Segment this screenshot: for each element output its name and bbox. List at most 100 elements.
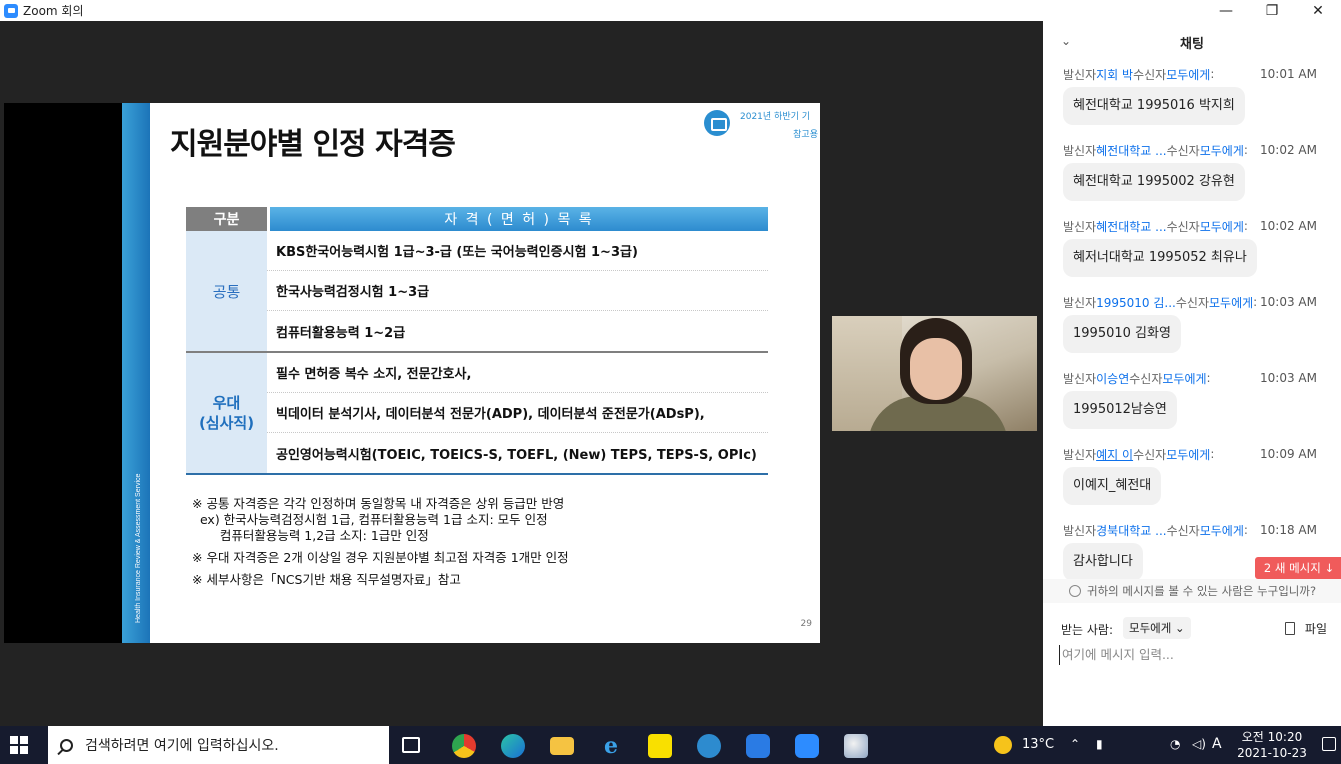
- chat-message: 발신자 혜전대학교 ... 수신자 모두에게: 10:02 AM 혜전대학교 1995…: [1063, 139, 1341, 215]
- hexagon-app-icon[interactable]: [746, 734, 770, 758]
- recipient-name[interactable]: 모두에게: [1200, 142, 1244, 159]
- sender-name[interactable]: 혜전대학교 ...: [1096, 142, 1166, 159]
- chat-message: 발신자 예지 이 수신자 모두에게: 10:09 AM 이예지_혜전대: [1063, 443, 1341, 519]
- slide-sidebar: Health Insurance Review & Assessment Ser…: [122, 103, 150, 643]
- chat-panel: ⌄ 채팅 발신자 지회 박 수신자 모두에게: 10:01 AM 혜전대학교 1995…: [1043, 21, 1341, 726]
- message-time: 10:09 AM: [1260, 447, 1317, 461]
- person-icon: [1069, 585, 1081, 597]
- new-messages-button[interactable]: 2 새 메시지 ↓: [1255, 557, 1341, 579]
- zoom-app-icon[interactable]: [795, 734, 819, 758]
- message-meta: 발신자 이승연 수신자 모두에게: 10:03 AM: [1063, 370, 1317, 387]
- table-row: 한국사능력검정시험 1~3급: [267, 271, 768, 311]
- recipient-name[interactable]: 모두에게: [1209, 294, 1253, 311]
- message-meta: 발신자 경북대학교 ... 수신자 모두에게: 10:18 AM: [1063, 522, 1317, 539]
- sender-name[interactable]: 이승연: [1096, 370, 1129, 387]
- file-button[interactable]: 파일: [1284, 620, 1327, 637]
- monitor-icon: [704, 110, 730, 136]
- hangul-icon[interactable]: [697, 734, 721, 758]
- shared-screen-slide: Health Insurance Review & Assessment Ser…: [4, 103, 820, 643]
- note-line: ※ 세부사항은「NCS기반 채용 직무설명자료」참고: [192, 572, 461, 587]
- recipient-row: 받는 사람: 모두에게 ⌄ 파일: [1043, 616, 1341, 640]
- chat-messages[interactable]: 발신자 지회 박 수신자 모두에게: 10:01 AM 혜전대학교 1995016 박…: [1043, 63, 1341, 581]
- slide-badge: 2021년 하반기 기 참고용: [704, 108, 820, 140]
- slide-notes: ※ 공통 자격증은 각각 인정하며 동일항목 내 자격증은 상위 등급만 반영 …: [192, 496, 569, 588]
- taskbar-clock[interactable]: 오전 10:20 2021-10-23: [1236, 729, 1308, 761]
- search-placeholder: 검색하려면 여기에 입력하십시오.: [85, 738, 279, 754]
- message-bubble[interactable]: 혜저너대학교 1995052 최유나: [1063, 239, 1257, 277]
- recipient-name[interactable]: 모두에게: [1166, 446, 1210, 463]
- message-time: 10:02 AM: [1260, 219, 1317, 233]
- message-time: 10:18 AM: [1260, 523, 1317, 537]
- recipient-name[interactable]: 모두에게: [1200, 218, 1244, 235]
- recipient-name[interactable]: 모두에게: [1162, 370, 1206, 387]
- slide-side-text: Health Insurance Review & Assessment Ser…: [135, 473, 142, 623]
- windows-start-icon[interactable]: [10, 736, 28, 754]
- chat-input[interactable]: 여기에 메시지 입력...: [1059, 645, 1329, 665]
- table-row: 공인영어능력시험(TOEIC, TOEICS-S, TOEFL, (New) T…: [276, 447, 757, 463]
- sender-name[interactable]: 예지 이: [1096, 446, 1133, 463]
- message-bubble[interactable]: 이예지_혜전대: [1063, 467, 1162, 505]
- paint-icon[interactable]: [844, 734, 868, 758]
- note-line: 컴퓨터활용능력 1,2급 소지: 1급만 인정: [192, 528, 429, 543]
- participant-video[interactable]: [832, 316, 1037, 431]
- header-category: 구분: [186, 207, 267, 231]
- recipient-select[interactable]: 모두에게 ⌄: [1123, 617, 1191, 639]
- chevron-up-icon[interactable]: ⌃: [1070, 737, 1080, 751]
- file-explorer-icon[interactable]: [550, 737, 574, 755]
- chat-header: ⌄ 채팅: [1043, 21, 1341, 63]
- message-meta: 발신자 예지 이 수신자 모두에게: 10:09 AM: [1063, 446, 1317, 463]
- close-button[interactable]: ✕: [1295, 0, 1341, 21]
- taskbar: 검색하려면 여기에 입력하십시오. e 13°C ⌃ ▮ ◔ ◁) A 오전 1…: [0, 726, 1341, 764]
- network-icon[interactable]: ◔: [1170, 737, 1180, 751]
- message-time: 10:03 AM: [1260, 295, 1317, 309]
- message-bubble[interactable]: 1995010 김화영: [1063, 315, 1181, 353]
- message-meta: 발신자 혜전대학교 ... 수신자 모두에게: 10:02 AM: [1063, 218, 1317, 235]
- weather-icon[interactable]: [994, 736, 1012, 754]
- ime-indicator[interactable]: A: [1212, 736, 1222, 752]
- chat-message: 발신자 이승연 수신자 모두에게: 10:03 AM 1995012남승연: [1063, 367, 1341, 443]
- message-meta: 발신자 1995010 김... 수신자 모두에게: 10:03 AM: [1063, 294, 1317, 311]
- chrome-icon[interactable]: [452, 734, 476, 758]
- notification-icon[interactable]: [1322, 737, 1336, 751]
- header-list: 자 격 ( 면 허 ) 목 록: [270, 207, 768, 231]
- internet-explorer-icon[interactable]: e: [599, 734, 623, 758]
- table-row: 컴퓨터활용능력 1~2급: [276, 325, 406, 341]
- chat-message: 발신자 혜전대학교 ... 수신자 모두에게: 10:02 AM 혜저너대학교 199…: [1063, 215, 1341, 291]
- temperature: 13°C: [1022, 737, 1055, 752]
- sender-name[interactable]: 지회 박: [1096, 66, 1133, 83]
- minimize-button[interactable]: —: [1203, 0, 1249, 21]
- microphone-icon[interactable]: ▮: [1096, 737, 1103, 751]
- message-bubble[interactable]: 감사합니다: [1063, 543, 1143, 581]
- meeting-area: Health Insurance Review & Assessment Ser…: [0, 21, 1043, 726]
- recipient-name[interactable]: 모두에게: [1200, 522, 1244, 539]
- table-row: KBS한국어능력시험 1급~3-급 (또는 국어능력인증시험 1~3급): [267, 231, 768, 271]
- sender-name[interactable]: 혜전대학교 ...: [1096, 218, 1166, 235]
- title-bar: Zoom 회의 — ❐ ✕: [0, 0, 1341, 21]
- message-time: 10:03 AM: [1260, 371, 1317, 385]
- message-bubble[interactable]: 혜전대학교 1995016 박지희: [1063, 87, 1245, 125]
- message-time: 10:01 AM: [1260, 67, 1317, 81]
- taskbar-search[interactable]: 검색하려면 여기에 입력하십시오.: [48, 726, 389, 764]
- chat-message: 발신자 1995010 김... 수신자 모두에게: 10:03 AM 1995010…: [1063, 291, 1341, 367]
- kakaotalk-icon[interactable]: [648, 734, 672, 758]
- sender-name[interactable]: 1995010 김...: [1096, 294, 1176, 311]
- search-icon: [60, 738, 73, 752]
- message-bubble[interactable]: 혜전대학교 1995002 강유현: [1063, 163, 1245, 201]
- note-line: ex) 한국사능력검정시험 1급, 컴퓨터활용능력 1급 소지: 모두 인정: [192, 512, 548, 527]
- group-common: 공통 KBS한국어능력시험 1급~3-급 (또는 국어능력인증시험 1~3급) …: [186, 231, 768, 351]
- message-bubble[interactable]: 1995012남승연: [1063, 391, 1177, 429]
- message-visibility-info[interactable]: 귀하의 메시지를 볼 수 있는 사람은 누구입니까?: [1043, 579, 1341, 603]
- sender-name[interactable]: 경북대학교 ...: [1096, 522, 1166, 539]
- file-label: 파일: [1304, 622, 1327, 636]
- zoom-logo-icon: [4, 3, 18, 18]
- edge-icon[interactable]: [501, 734, 525, 758]
- recipient-name[interactable]: 모두에게: [1166, 66, 1210, 83]
- maximize-button[interactable]: ❐: [1249, 0, 1295, 21]
- task-view-icon[interactable]: [402, 737, 420, 753]
- volume-icon[interactable]: ◁): [1192, 737, 1206, 751]
- chat-title: 채팅: [1180, 37, 1204, 52]
- slide-badge-line1: 2021년 하반기 기: [740, 112, 811, 122]
- message-meta: 발신자 지회 박 수신자 모두에게: 10:01 AM: [1063, 66, 1317, 83]
- note-line: ※ 우대 자격증은 2개 이상일 경우 지원분야별 최고점 자격증 1개만 인정: [192, 550, 569, 565]
- certificate-table: 구분 자 격 ( 면 허 ) 목 록 공통 KBS한국어능력시험 1급~3-급 …: [186, 207, 768, 475]
